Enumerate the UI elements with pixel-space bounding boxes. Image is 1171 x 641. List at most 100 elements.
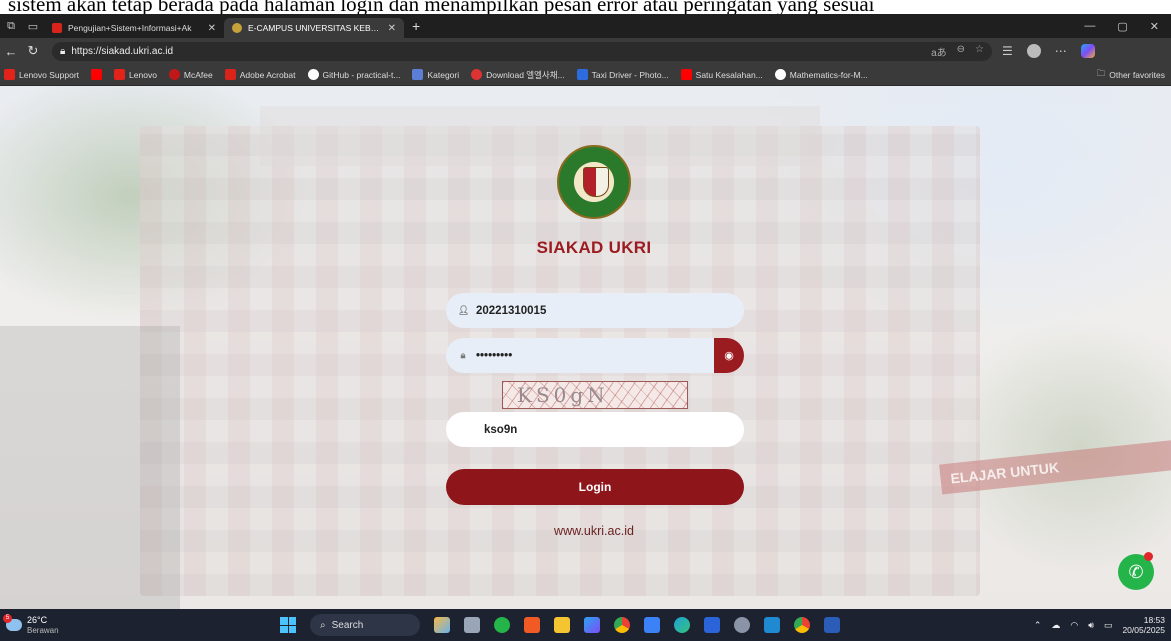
vscode-icon[interactable] [764, 617, 780, 633]
close-icon[interactable]: ✕ [208, 23, 216, 34]
edge-icon[interactable] [674, 617, 690, 633]
captcha-input[interactable]: kso9n [446, 412, 744, 447]
github-icon [307, 69, 319, 80]
bookmark-mathematics[interactable]: Mathematics-for-M... [774, 69, 868, 80]
acrobat-icon [224, 69, 236, 80]
kategori-icon [412, 69, 424, 80]
copilot-icon[interactable] [1080, 44, 1095, 58]
tab-actions-icon[interactable]: ▭ [22, 20, 44, 33]
restore-icon[interactable]: ▢ [1117, 20, 1127, 33]
brave-icon[interactable] [524, 617, 540, 633]
youtube-icon [91, 69, 103, 80]
document-text-snippet: sistem akan tetap berada pada halaman lo… [8, 0, 875, 14]
university-logo [557, 145, 631, 219]
bookmark-lenovo[interactable]: Lenovo [114, 69, 157, 80]
minimize-icon[interactable]: — [1084, 20, 1095, 33]
lock-icon: 🔒︎ [460, 350, 466, 360]
eye-icon: ◉ [724, 350, 734, 362]
refresh-icon[interactable]: ↻ [22, 43, 44, 59]
battery-icon[interactable]: ▭ [1104, 620, 1113, 631]
whatsapp-chat-button[interactable]: ✆ [1118, 552, 1154, 590]
tab-title: E-CAMPUS UNIVERSITAS KEBANG [248, 23, 382, 33]
bookmark-taxi-driver[interactable]: Taxi Driver - Photo... [576, 69, 669, 80]
windows-taskbar: 5 26°C Berawan ⌕ Search ⌃ ☁ ◠ 🔊︎ ▭ 18:53… [0, 609, 1171, 641]
weather-condition: Berawan [27, 625, 59, 635]
copilot-app-icon[interactable] [584, 617, 600, 633]
lenovo-vantage-icon[interactable] [704, 617, 720, 633]
store-icon[interactable] [644, 617, 660, 633]
url-input[interactable]: 🔒︎ https://siakad.ukri.ac.id aあ ⊖ ☆ [52, 41, 992, 61]
task-view-icon[interactable] [464, 617, 480, 633]
bookmarks-bar: Lenovo Support Lenovo McAfee Adobe Acrob… [0, 64, 1171, 86]
file-explorer-icon[interactable] [554, 617, 570, 633]
bookmark-adobe-acrobat[interactable]: Adobe Acrobat [224, 69, 296, 80]
lenovo-icon [114, 69, 126, 80]
username-field[interactable]: 👤︎ 20221310015 [446, 293, 744, 328]
bookmark-label: Other favorites [1109, 69, 1165, 80]
wifi-icon[interactable]: ◠ [1070, 620, 1078, 631]
username-value: 20221310015 [476, 304, 547, 317]
bookmark-label: Kategori [427, 69, 460, 80]
photo-site-icon [576, 69, 588, 80]
bookmark-github-practical[interactable]: GitHub - practical-t... [307, 69, 400, 80]
taskbar-search[interactable]: ⌕ Search [310, 614, 420, 636]
windows-start-icon[interactable] [280, 617, 296, 633]
window-controls: — ▢ ✕ [1084, 20, 1171, 33]
bookmark-label: Lenovo [129, 69, 157, 80]
lock-icon: 🔒︎ [60, 45, 66, 57]
whatsapp-app-icon[interactable] [494, 617, 510, 633]
extensions-icon[interactable]: ⊖ [957, 44, 965, 59]
settings-icon[interactable] [734, 617, 750, 633]
bookmark-download[interactable]: Download 엘엘사채... [471, 69, 565, 81]
chrome-icon[interactable] [614, 617, 630, 633]
onedrive-icon[interactable]: ☁ [1051, 620, 1060, 631]
profile-avatar-icon[interactable] [1026, 44, 1041, 58]
url-text: https://siakad.ukri.ac.id [71, 45, 174, 57]
weather-widget[interactable]: 5 26°C Berawan [0, 614, 270, 636]
system-tray: ⌃ ☁ ◠ 🔊︎ ▭ 18:53 20/05/2025 [1034, 615, 1171, 635]
browser-tab-bar: ⧉ ▭ Pengujian+Sistem+Informasi+Ak ✕ E-CA… [0, 14, 1171, 38]
bookmark-kategori[interactable]: Kategori [412, 69, 459, 80]
new-tab-button[interactable]: + [404, 18, 428, 34]
bookmark-label: Adobe Acrobat [239, 69, 296, 80]
bookmark-lenovo-support[interactable]: Lenovo Support [4, 69, 79, 80]
login-button[interactable]: Login [446, 469, 744, 505]
temperature: 26°C [27, 614, 48, 625]
weather-badge: 5 [3, 614, 12, 623]
bookmark-youtube[interactable] [91, 69, 103, 80]
tab-e-campus[interactable]: E-CAMPUS UNIVERSITAS KEBANG ✕ [224, 18, 404, 38]
chrome-profile-icon[interactable] [794, 617, 810, 633]
whatsapp-icon: ✆ [1128, 561, 1144, 582]
word-icon[interactable] [824, 617, 840, 633]
captcha-image: KS0gN [502, 381, 688, 409]
mcafee-icon [168, 69, 180, 80]
ukri-favicon-icon [232, 23, 242, 33]
bookmark-label: Lenovo Support [19, 69, 80, 80]
bookmark-mcafee[interactable]: McAfee [168, 69, 213, 80]
widgets-icon[interactable] [434, 617, 450, 633]
back-arrow-icon[interactable]: ← [0, 44, 22, 59]
password-field[interactable]: 🔒︎ ••••••••• [446, 338, 716, 373]
bookmark-label: Satu Kesalahan... [695, 69, 763, 80]
bookmark-satu-kesalahan[interactable]: Satu Kesalahan... [680, 69, 763, 80]
youtube-icon [680, 69, 692, 80]
other-favorites-folder[interactable]: 🗀 Other favorites [1097, 68, 1165, 82]
close-icon[interactable]: ✕ [388, 23, 396, 34]
clock[interactable]: 18:53 20/05/2025 [1122, 615, 1165, 635]
tab-pengujian[interactable]: Pengujian+Sistem+Informasi+Ak ✕ [44, 18, 224, 38]
volume-icon[interactable]: 🔊︎ [1088, 620, 1094, 631]
more-menu-icon[interactable]: ⋯ [1055, 44, 1067, 58]
logo-shield-icon [583, 167, 609, 197]
favorite-star-icon[interactable]: ☆ [975, 44, 984, 59]
search-icon: ⌕ [320, 619, 326, 631]
address-bar-row: ← ↻ 🔒︎ https://siakad.ukri.ac.id aあ ⊖ ☆ … [0, 38, 1171, 64]
workspaces-icon[interactable]: ⧉ [0, 20, 22, 33]
read-aloud-icon[interactable]: aあ [931, 44, 947, 59]
github-icon [774, 69, 786, 80]
chevron-up-icon[interactable]: ⌃ [1034, 620, 1042, 631]
download-site-icon [471, 69, 483, 80]
favorites-icon[interactable]: ☰ [1002, 44, 1013, 58]
website-link[interactable]: www.ukri.ac.id [444, 524, 744, 538]
close-window-icon[interactable]: ✕ [1150, 20, 1159, 33]
pdf-favicon-icon [52, 23, 62, 33]
